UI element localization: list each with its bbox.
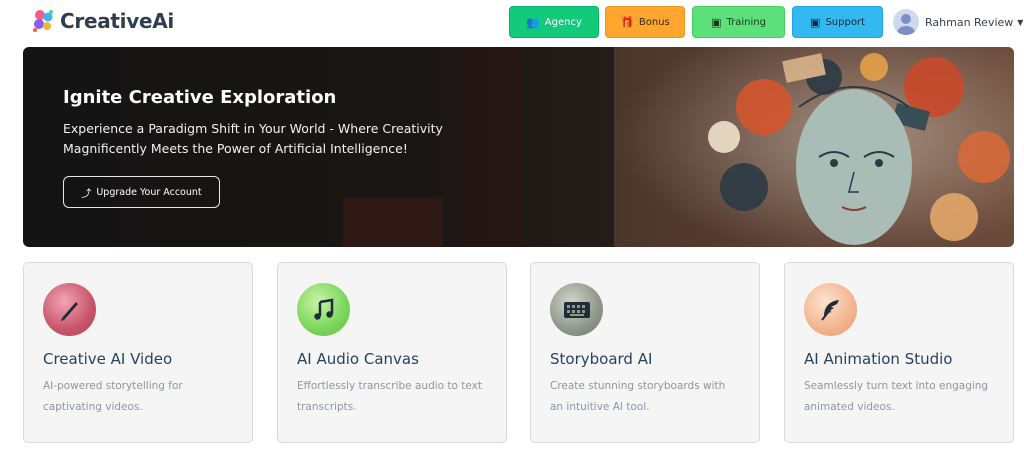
- avatar: [893, 9, 919, 35]
- users-icon: 👥: [526, 15, 540, 29]
- brand-logo[interactable]: CreativeAi: [30, 6, 174, 36]
- pen-icon: [43, 283, 96, 336]
- feather-icon: [804, 283, 857, 336]
- user-name: Rahman Review: [925, 15, 1014, 29]
- card-description: Create stunning storyboards with an intu…: [550, 380, 726, 413]
- logo-icon: [33, 10, 53, 32]
- gift-icon: 🎁: [620, 15, 634, 29]
- bonus-label: Bonus: [638, 16, 670, 28]
- hero-title: Ignite Creative Exploration: [63, 87, 337, 108]
- keyboard-icon: [550, 283, 603, 336]
- arrow-up-icon: ⤴: [81, 188, 92, 200]
- user-menu[interactable]: Rahman Review ▼: [893, 8, 1023, 36]
- support-button[interactable]: ▣ Support: [792, 6, 883, 38]
- top-navbar: CreativeAi 👥 Agency 🎁 Bonus ▣ Training ▣…: [0, 0, 1024, 46]
- card-title: Storyboard AI: [550, 350, 653, 368]
- bonus-button[interactable]: 🎁 Bonus: [605, 6, 685, 38]
- training-label: Training: [726, 16, 766, 28]
- card-title: AI Audio Canvas: [297, 350, 419, 368]
- support-label: Support: [825, 16, 865, 28]
- feature-card-ai-animation-studio[interactable]: AI Animation Studio Seamlessly turn text…: [784, 262, 1014, 443]
- brand-name: CreativeAi: [60, 9, 174, 33]
- card-title: Creative AI Video: [43, 350, 173, 368]
- training-button[interactable]: ▣ Training: [692, 6, 785, 38]
- card-description: AI-powered storytelling for captivating …: [43, 380, 183, 413]
- card-description: Effortlessly transcribe audio to text tr…: [297, 380, 483, 413]
- hero-bg-shape: [343, 197, 443, 247]
- agency-button[interactable]: 👥 Agency: [509, 6, 599, 38]
- upgrade-account-button[interactable]: ⤴ Upgrade Your Account: [63, 176, 220, 208]
- hero-illustration: [614, 47, 1014, 247]
- chalkboard-icon: ▣: [711, 15, 722, 29]
- card-description: Seamlessly turn text into engaging anima…: [804, 380, 989, 413]
- caret-down-icon: ▼: [1017, 17, 1024, 27]
- support-icon: ▣: [810, 15, 821, 29]
- upgrade-account-label: Upgrade Your Account: [96, 186, 202, 198]
- feature-card-storyboard-ai[interactable]: Storyboard AI Create stunning storyboard…: [530, 262, 760, 443]
- music-note-icon: [297, 283, 350, 336]
- hero-banner: Ignite Creative Exploration Experience a…: [23, 47, 1014, 247]
- feature-card-creative-ai-video[interactable]: Creative AI Video AI-powered storytellin…: [23, 262, 253, 443]
- hero-subtitle: Experience a Paradigm Shift in Your Worl…: [63, 121, 443, 156]
- card-title: AI Animation Studio: [804, 350, 953, 368]
- feature-card-ai-audio-canvas[interactable]: AI Audio Canvas Effortlessly transcribe …: [277, 262, 507, 443]
- agency-label: Agency: [544, 16, 582, 28]
